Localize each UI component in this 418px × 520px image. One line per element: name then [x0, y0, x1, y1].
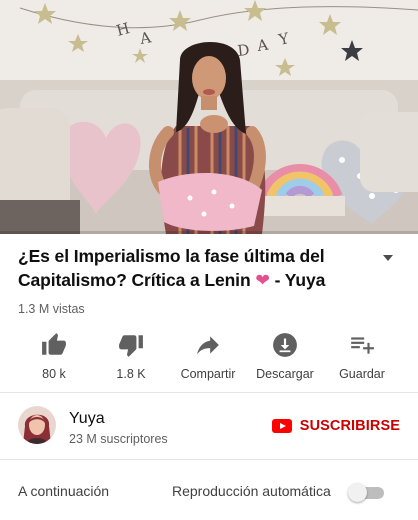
channel-name[interactable]: Yuya: [69, 410, 105, 428]
youtube-logo-icon: [271, 419, 292, 433]
video-title: ¿Es el Imperialismo la fase última del C…: [18, 244, 366, 292]
download-label: Descargar: [256, 367, 314, 381]
dislike-count: 1.8 K: [116, 367, 146, 381]
divider: [0, 392, 418, 393]
dislike-button[interactable]: 1.8 K: [91, 330, 171, 381]
channel-avatar[interactable]: [18, 406, 56, 444]
share-icon: [197, 336, 219, 355]
action-bar: 80 k 1.8 K Compartir Descargar Guardar: [0, 330, 418, 386]
subscriber-count: 23 M suscriptores: [69, 432, 168, 446]
thumbs-down-icon: [119, 335, 143, 357]
divider: [0, 459, 418, 460]
heart-emoji-icon: ❤: [255, 270, 270, 290]
video-title-row[interactable]: ¿Es el Imperialismo la fase última del C…: [18, 244, 414, 292]
subscribe-button[interactable]: SUSCRIBIRSE: [271, 418, 400, 434]
expand-description-icon[interactable]: [380, 250, 396, 266]
thumbs-up-icon: [42, 333, 66, 355]
like-button[interactable]: 80 k: [14, 330, 94, 381]
video-frame-image: H A D A Y: [0, 0, 418, 234]
progress-bar[interactable]: [0, 231, 418, 234]
view-count: 1.3 M vistas: [18, 302, 85, 316]
share-button[interactable]: Compartir: [168, 330, 248, 381]
playlist-add-icon: [351, 337, 374, 354]
download-icon: [273, 333, 297, 357]
like-count: 80 k: [42, 367, 66, 381]
save-button[interactable]: Guardar: [322, 330, 402, 381]
autoplay-label: Reproducción automática: [172, 483, 331, 499]
autoplay-toggle[interactable]: [348, 482, 384, 502]
download-button[interactable]: Descargar: [245, 330, 325, 381]
video-player[interactable]: H A D A Y: [0, 0, 418, 234]
toggle-knob: [348, 483, 367, 502]
video-title-suffix: - Yuya: [269, 270, 326, 290]
up-next-label: A continuación: [18, 483, 110, 499]
subscribe-label: SUSCRIBIRSE: [299, 418, 400, 434]
avatar-image: [18, 406, 56, 444]
save-label: Guardar: [339, 367, 385, 381]
share-label: Compartir: [180, 367, 236, 381]
